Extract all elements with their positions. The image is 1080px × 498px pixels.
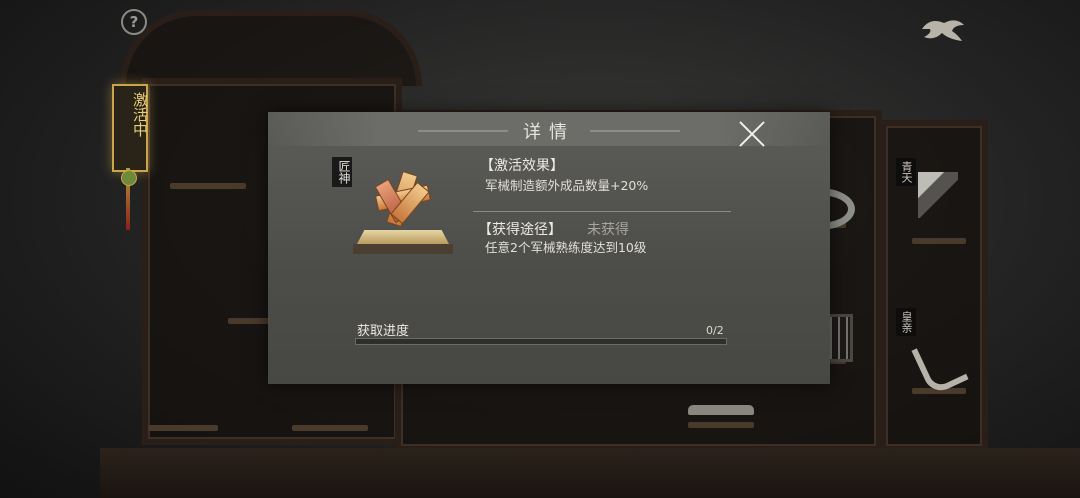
section-divider: [473, 211, 731, 212]
shelf: [170, 183, 246, 189]
effect-text: 军械制造额外成品数量+20%: [485, 178, 649, 193]
cabinet-roof-arch: [120, 10, 422, 86]
acquire-status: 未获得: [587, 222, 629, 238]
shelf: [292, 425, 368, 431]
shelf: [912, 238, 966, 244]
cabinet-base: [100, 448, 1080, 498]
cabinet-label-qingtian: 青天: [896, 158, 916, 186]
activated-lantern-sign[interactable]: 激活中: [112, 84, 149, 172]
effect-header: 【激活效果】: [480, 158, 564, 174]
item-pedestal: [353, 230, 453, 258]
help-button[interactable]: ?: [121, 9, 147, 35]
tray-item[interactable]: [688, 405, 754, 415]
progress-bar: [355, 338, 727, 345]
acquire-text: 任意2个军械熟练度达到10级: [485, 240, 647, 255]
lantern-bead: [121, 170, 137, 186]
dragon-emblem-icon[interactable]: [918, 15, 968, 43]
category-tag: 匠神: [332, 157, 352, 187]
shelf: [148, 425, 218, 431]
wooden-puzzle-icon: [372, 170, 432, 228]
acquire-header: 【获得途径】: [478, 222, 562, 238]
progress-label: 获取进度: [357, 324, 410, 339]
shelf: [688, 422, 754, 428]
lantern-text: 激活中: [131, 92, 149, 137]
progress-count: 0/2: [706, 324, 724, 337]
brush-holder-item[interactable]: [918, 172, 958, 218]
close-icon[interactable]: [738, 120, 766, 148]
cabinet-label-huangqin: 皇亲: [896, 308, 916, 336]
